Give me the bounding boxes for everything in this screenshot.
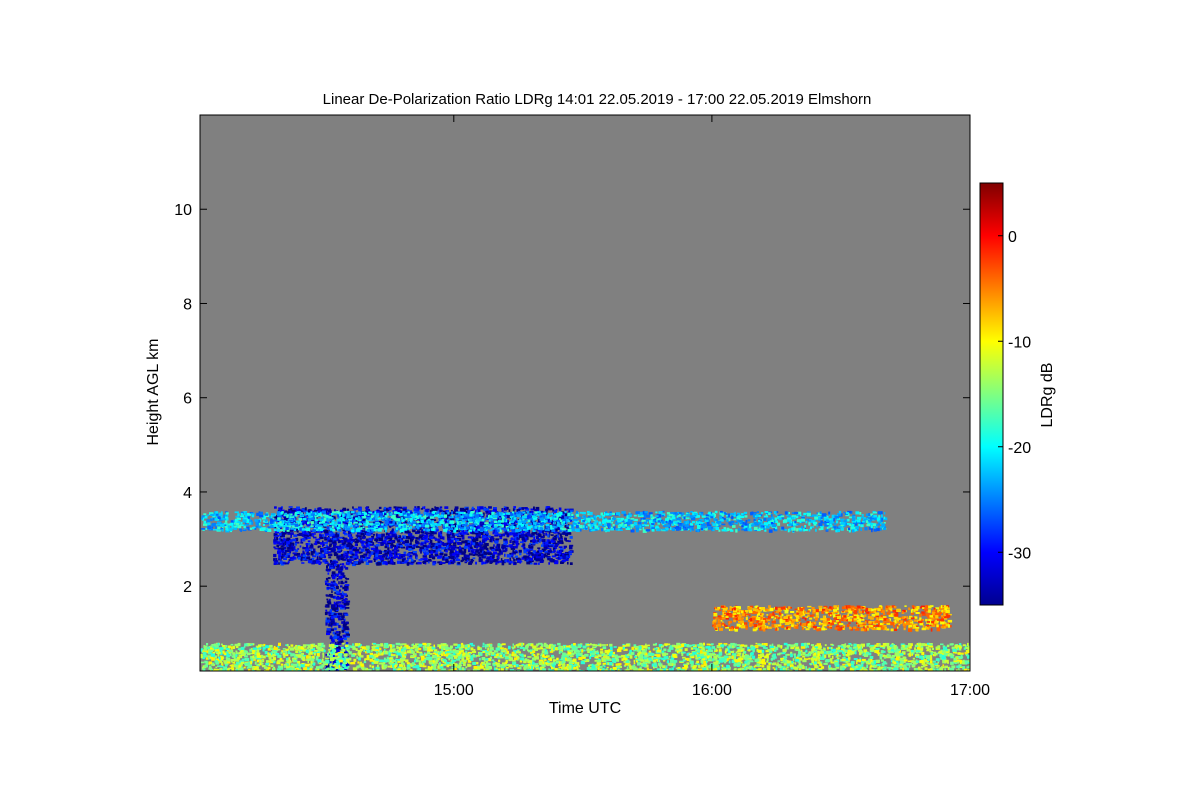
x-tick-label: 15:00 [434, 682, 474, 699]
ldr-chart: Linear De-Polarization Ratio LDRg 14:01 … [145, 91, 1056, 717]
y-tick-label: 8 [183, 296, 192, 313]
colorbar-tick-label: -10 [1008, 334, 1031, 351]
y-tick-label: 10 [174, 202, 192, 219]
colorbar-label: LDRg dB [1039, 363, 1056, 428]
x-axis-label: Time UTC [549, 700, 621, 717]
x-tick-label: 16:00 [692, 682, 732, 699]
colorbar-tick-label: -20 [1008, 440, 1031, 457]
plot-area [200, 115, 970, 671]
y-axis-label: Height AGL km [145, 338, 162, 445]
chart-title: Linear De-Polarization Ratio LDRg 14:01 … [323, 91, 872, 108]
colorbar-tick-label: -30 [1008, 545, 1031, 562]
colorbar-tick-label: 0 [1008, 229, 1017, 246]
x-tick-label: 17:00 [950, 682, 990, 699]
y-tick-label: 2 [183, 579, 192, 596]
y-tick-label: 4 [183, 485, 192, 502]
colorbar [979, 182, 1004, 606]
y-tick-label: 6 [183, 391, 192, 408]
